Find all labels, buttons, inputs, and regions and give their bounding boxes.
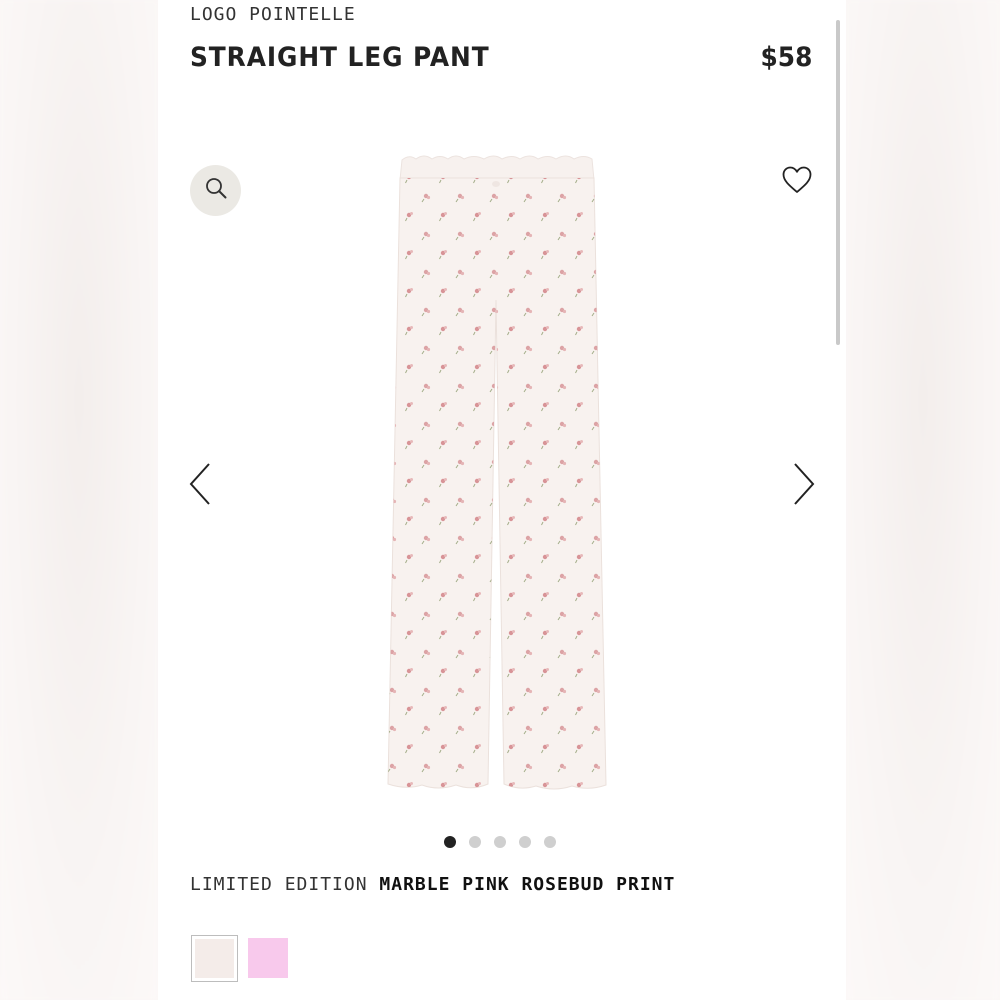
color-swatch[interactable] — [248, 938, 288, 978]
edition-label: LIMITED EDITION — [190, 874, 368, 895]
color-swatch[interactable] — [191, 935, 238, 982]
swatch-fill — [248, 938, 288, 978]
pagination-dot[interactable] — [494, 836, 506, 848]
next-image-button[interactable] — [784, 462, 824, 510]
chevron-right-icon — [791, 462, 817, 511]
product-title: STRAIGHT LEG PANT — [190, 42, 490, 73]
color-description: LIMITED EDITION MARBLE PINK ROSEBUD PRIN… — [190, 874, 675, 895]
collection-name: LOGO POINTELLE — [190, 4, 356, 25]
image-pagination — [444, 836, 556, 848]
product-price: $58 — [760, 42, 812, 73]
background-left — [0, 0, 158, 1000]
color-swatches — [191, 935, 288, 982]
pagination-dot[interactable] — [544, 836, 556, 848]
search-icon — [204, 176, 228, 205]
heart-icon — [781, 165, 813, 200]
product-image[interactable] — [384, 150, 620, 802]
chevron-left-icon — [187, 462, 213, 511]
wishlist-button[interactable] — [778, 164, 816, 200]
color-name: MARBLE PINK ROSEBUD PRINT — [379, 874, 676, 895]
scrollbar[interactable] — [836, 20, 840, 345]
product-page: LOGO POINTELLE STRAIGHT LEG PANT $58 LIM… — [158, 0, 846, 1000]
swatch-fill — [195, 939, 234, 978]
pagination-dot[interactable] — [469, 836, 481, 848]
previous-image-button[interactable] — [180, 462, 220, 510]
zoom-button[interactable] — [190, 165, 241, 216]
pagination-dot[interactable] — [519, 836, 531, 848]
background-right — [846, 0, 1000, 1000]
pagination-dot[interactable] — [444, 836, 456, 848]
